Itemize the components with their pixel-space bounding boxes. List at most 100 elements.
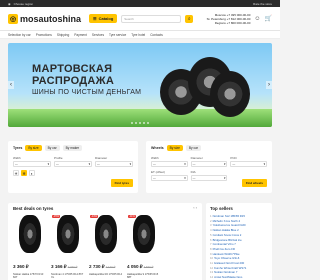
discount-badge: -13% [90, 215, 99, 218]
tab-wheels-by-size[interactable]: By size [166, 145, 183, 151]
wheel-pcd-value: — [232, 162, 236, 166]
wheel-width-value: — [153, 162, 156, 166]
wheel-diameter-label: Diameter [190, 156, 203, 160]
find-wheels-button[interactable]: Find wheels [241, 179, 267, 187]
wheel-pcd-select[interactable]: — ▾ [230, 161, 268, 167]
product-image[interactable]: -15% [52, 215, 84, 253]
tires-filter-panel: Tyres By size By car By maker Width — ▾ P… [8, 141, 138, 193]
tires-panel-title: Tyres [13, 146, 23, 150]
tire-width-select[interactable]: — ▾ [13, 161, 51, 167]
banner-text: МАРТОВСКАЯ РАСПРОДАЖА ШИНЫ ПО ЧИСТЫМ ДЕН… [32, 63, 141, 99]
top-sellers-title: Top sellers [210, 206, 233, 211]
tab-tires-by-size[interactable]: By size [25, 145, 42, 151]
product-price: 3 166 ₽ [51, 264, 67, 269]
chevron-down-icon: ▾ [223, 162, 226, 166]
wheel-width-label: Width [151, 156, 159, 160]
banner-next-icon[interactable]: › [266, 81, 272, 89]
carousel-arrows-icon[interactable]: ‹ › [193, 205, 197, 210]
product-image[interactable] [14, 215, 46, 253]
product-card[interactable]: 3 360 ₽ Nokian Hakka 175/70 R13 82T [13, 215, 47, 280]
logo[interactable]: ◎ mosautoshina [8, 13, 82, 24]
product-image[interactable]: -11% [128, 215, 160, 253]
catalog-label: Catalog [98, 16, 114, 21]
chevron-down-icon: ▾ [263, 162, 266, 166]
bottom-section: Best deals on tyres ‹ › 3 360 ₽ Nokian H… [8, 203, 272, 280]
promo-banner[interactable]: ‹ › МАРТОВСКАЯ РАСПРОДАЖА ШИНЫ ПО ЧИСТЫМ… [8, 43, 272, 127]
wheel-et-select[interactable]: — ▾ [151, 175, 188, 181]
chevron-down-icon: ▾ [88, 162, 90, 166]
menu-icon: ☰ [93, 16, 97, 21]
product-price: 4 050 ₽ [127, 264, 143, 269]
tab-wheels-by-car[interactable]: By car [185, 145, 201, 151]
tire-diameter-label: Diameter [95, 156, 108, 160]
best-deals: Best deals on tyres ‹ › 3 360 ₽ Nokian H… [8, 203, 202, 280]
nav-item-tyre-hotel[interactable]: Tyre hotel [131, 33, 145, 37]
nav-item-payment[interactable]: Payment [74, 33, 87, 37]
wheel-diameter-select[interactable]: — ▾ [190, 161, 228, 167]
wheel-pcd-label: PCD [230, 156, 237, 160]
city-selector[interactable]: Choose region [14, 2, 34, 6]
wheel-dia-select[interactable]: — ▾ [190, 175, 228, 181]
chevron-down-icon: ▾ [223, 176, 226, 180]
user-icon[interactable]: ☺ [254, 16, 260, 22]
rate-store-link[interactable]: Rate the store [253, 2, 272, 6]
phone-numbers: Moscow +7 495 000-00-00 St. Petersburg +… [207, 13, 251, 25]
logo-text: mosautoshina [20, 13, 82, 24]
find-tires-button[interactable]: Find tyres [110, 179, 133, 187]
tire-profile-select[interactable]: — ▾ [54, 161, 92, 167]
product-image[interactable]: -13% [90, 215, 122, 253]
search-input[interactable]: Search [121, 14, 182, 23]
product-name[interactable]: Nokian Hakka 175/70 R13 82T [13, 273, 47, 280]
nav-item-selection[interactable]: Selection by car [8, 33, 31, 37]
summer-icon[interactable]: ☀ [13, 170, 19, 176]
wheel-dia-value: — [192, 176, 196, 180]
product-name[interactable]: Hakkapeliitta 9 175/65 R15 88T [127, 273, 161, 280]
product-name[interactable]: Hakkapeliitta R2 175/65 R14 [89, 273, 123, 276]
search-placeholder: Search [124, 16, 134, 21]
nav-item-services[interactable]: Services [92, 33, 104, 37]
wheel-width-select[interactable]: — ▾ [151, 161, 188, 167]
search-filters: Tyres By size By car By maker Width — ▾ P… [8, 141, 272, 193]
header: ◎ mosautoshina ☰ Catalog Search ⌕ Moscow… [0, 7, 280, 31]
catalog-button[interactable]: ☰ Catalog [89, 14, 118, 23]
chevron-down-icon: ▾ [47, 162, 49, 166]
search-button[interactable]: ⌕ [185, 14, 194, 23]
season-toggles: ☀ ❄ ◐ [13, 170, 133, 176]
banner-tires-image [160, 51, 250, 121]
location-icon: ◉ [8, 1, 11, 6]
tab-tires-by-car[interactable]: By car [44, 145, 60, 151]
list-item[interactable]: 14Amtel NordMaster Evo [210, 275, 268, 280]
product-old-price: 3 760 ₽ [67, 265, 78, 269]
nav-item-shipping[interactable]: Shipping [57, 33, 69, 37]
wheels-filter-panel: Wheels By size By car Width — ▾ Diameter … [146, 141, 272, 193]
chevron-down-icon: ▾ [129, 162, 131, 166]
allseason-icon[interactable]: ◐ [29, 170, 35, 176]
product-card[interactable]: -11% 4 050 ₽4 560 ₽ Hakkapeliitta 9 175/… [127, 215, 161, 280]
tire-diameter-value: — [97, 162, 100, 166]
nav-item-tyre-service[interactable]: Tyre service [109, 33, 126, 37]
wheel-dia-label: DIA [190, 170, 196, 174]
chevron-down-icon: ▾ [184, 162, 186, 166]
phone-line-3[interactable]: Regions +7 800 000-00-00 [207, 21, 251, 25]
nav-item-promotions[interactable]: Promotions [36, 33, 52, 37]
search-icon: ⌕ [187, 15, 191, 22]
product-list: 3 360 ₽ Nokian Hakka 175/70 R13 82T -15%… [13, 215, 197, 280]
tire-diameter-select[interactable]: — ▾ [95, 161, 133, 167]
banner-line-3: ШИНЫ ПО ЧИСТЫМ ДЕНЬГАМ [32, 89, 142, 96]
product-old-price: 3 130 ₽ [105, 265, 116, 269]
phone-line-2[interactable]: St. Petersburg +7 812 000-00-00 [207, 17, 251, 21]
product-name[interactable]: Nordman 4 175/65 R14 86T XL [51, 273, 85, 280]
winter-icon[interactable]: ❄ [21, 170, 27, 176]
product-card[interactable]: -13% 2 730 ₽3 130 ₽ Hakkapeliitta R2 175… [89, 215, 123, 280]
tire-width-label: Width [13, 156, 21, 160]
nav-item-contacts[interactable]: Contacts [150, 33, 163, 37]
product-card[interactable]: -15% 3 166 ₽3 760 ₽ Nordman 4 175/65 R14… [51, 215, 85, 280]
tire-profile-value: — [56, 162, 59, 166]
discount-badge: -15% [52, 215, 61, 218]
product-old-price: 4 560 ₽ [143, 265, 154, 269]
cart-icon[interactable]: 🛒 [265, 15, 272, 22]
main-nav: Selection by car Promotions Shipping Pay… [0, 31, 280, 39]
banner-prev-icon[interactable]: ‹ [8, 81, 14, 89]
tab-tires-by-maker[interactable]: By maker [62, 145, 83, 151]
banner-pagination[interactable] [131, 122, 149, 124]
